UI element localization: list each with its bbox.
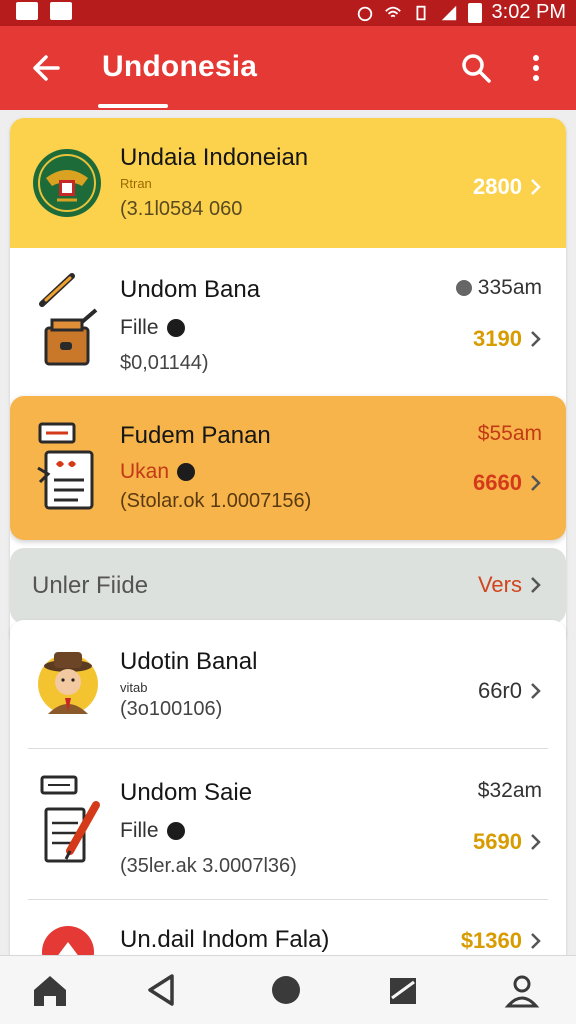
item-detail: (3o100106)	[120, 698, 223, 720]
section-header[interactable]: Unler Fiide Vers	[10, 548, 566, 624]
chevron-right-icon	[531, 331, 541, 347]
item-subtitle-text: Fille	[120, 819, 159, 842]
chevron-right-icon	[531, 683, 541, 699]
item-amount-value: 6660	[473, 470, 522, 495]
item-amount-value: 66r0	[477, 678, 522, 703]
info-dot-icon	[166, 822, 185, 840]
checklist-icon	[37, 422, 94, 510]
item-time-text: 335am	[477, 276, 542, 299]
item-amount-value: 5690	[473, 829, 522, 854]
title-tab-indicator	[98, 104, 168, 108]
item-amount-value: 2800	[473, 174, 522, 199]
item-detail: (3.1l0584 060	[120, 198, 243, 220]
item-amount: $1360	[461, 928, 542, 954]
list-item[interactable]: Undaia Indoneian Rtran (3.1l0584 060 280…	[10, 118, 566, 248]
view-all-link[interactable]: Vers	[478, 572, 542, 598]
item-subtitle-text: Ukan	[120, 460, 170, 483]
list-item[interactable]: Udotin Banal vitab (3o100106) 66r0	[10, 620, 566, 748]
page-title: Undonesia	[102, 50, 258, 83]
chevron-right-icon	[531, 834, 541, 850]
item-subtitle: Ukan	[120, 460, 196, 484]
item-tag: vitab	[120, 680, 148, 695]
app-bar: Undonesia	[0, 26, 576, 110]
home-icon[interactable]	[28, 968, 72, 1012]
alert-icon	[42, 926, 94, 955]
content-list[interactable]: Undaia Indoneian Rtran (3.1l0584 060 280…	[0, 110, 576, 955]
section-title: Unler Fiide	[32, 572, 149, 599]
item-title: Undom Saie	[120, 779, 253, 806]
home-circle-icon[interactable]	[264, 968, 308, 1012]
item-amount-value: $1360	[460, 928, 522, 953]
search-icon[interactable]	[458, 50, 494, 86]
bottom-navigation-bar	[0, 955, 576, 1024]
item-subtitle: Fille	[120, 819, 185, 843]
emblem-icon	[33, 149, 101, 217]
view-all-label: Vers	[477, 572, 522, 597]
chevron-right-icon	[531, 933, 541, 949]
chevron-right-icon	[531, 577, 541, 593]
vibrate-icon	[416, 5, 426, 20]
more-options-icon[interactable]	[518, 50, 554, 86]
notification-icon	[16, 2, 38, 20]
info-dot-icon	[166, 319, 185, 337]
bottom-card-group: Udotin Banal vitab (3o100106) 66r0 Undom…	[10, 620, 566, 955]
image-notification-icon	[50, 2, 72, 20]
item-time: 335am	[455, 276, 542, 300]
item-amount: 66r0	[478, 678, 542, 704]
person-avatar-icon	[38, 652, 98, 714]
item-amount: 5690	[473, 829, 542, 855]
item-tag: Rtran	[120, 176, 152, 191]
item-amount: 6660	[473, 470, 542, 496]
status-time: 3:02 PM	[491, 1, 566, 23]
item-amount-value: 3190	[473, 326, 522, 351]
item-title: Udotin Banal	[120, 648, 258, 675]
wifi-icon	[384, 6, 401, 17]
item-subtitle: Fille	[120, 316, 185, 340]
item-subtitle-text: Fille	[120, 316, 159, 339]
notepad-pen-icon	[40, 775, 100, 863]
item-detail: $0,01144)	[120, 352, 209, 374]
clock-icon	[455, 280, 472, 296]
profile-icon[interactable]	[500, 968, 544, 1012]
battery-icon	[467, 2, 482, 23]
item-time: $32am	[478, 779, 542, 803]
chevron-right-icon	[531, 179, 541, 195]
back-arrow-icon[interactable]	[28, 48, 64, 88]
item-detail: (35ler.ak 3.0007l36)	[120, 855, 297, 877]
chevron-right-icon	[531, 475, 541, 491]
item-time-text: $32am	[477, 779, 542, 802]
item-detail: (Stolar.ok 1.0007156)	[120, 490, 312, 512]
recent-apps-icon[interactable]	[380, 968, 424, 1012]
item-amount: 2800	[473, 174, 542, 200]
item-time-text: $55am	[477, 422, 542, 445]
list-item[interactable]: Un.dail Indom Fala) $1360	[10, 900, 566, 955]
info-dot-icon	[177, 463, 196, 481]
item-title: Un.dail Indom Fala)	[120, 926, 330, 953]
item-title: Undom Bana	[120, 276, 261, 303]
list-item[interactable]: Undom Bana Fille $0,01144) 335am 3190	[10, 248, 566, 396]
signal-icon	[441, 5, 456, 20]
item-title: Undaia Indoneian	[120, 144, 309, 171]
toolbox-icon	[39, 273, 98, 366]
back-triangle-icon[interactable]	[140, 968, 184, 1012]
item-time: $55am	[478, 422, 542, 446]
status-bar: 3:02 PM	[0, 0, 576, 26]
alarm-icon	[357, 6, 372, 21]
item-amount: 3190	[473, 326, 542, 352]
item-title: Fudem Panan	[120, 422, 271, 449]
list-item[interactable]: Fudem Panan Ukan (Stolar.ok 1.0007156) $…	[10, 396, 566, 540]
list-item[interactable]: Undom Saie Fille (35ler.ak 3.0007l36) $3…	[10, 749, 566, 899]
